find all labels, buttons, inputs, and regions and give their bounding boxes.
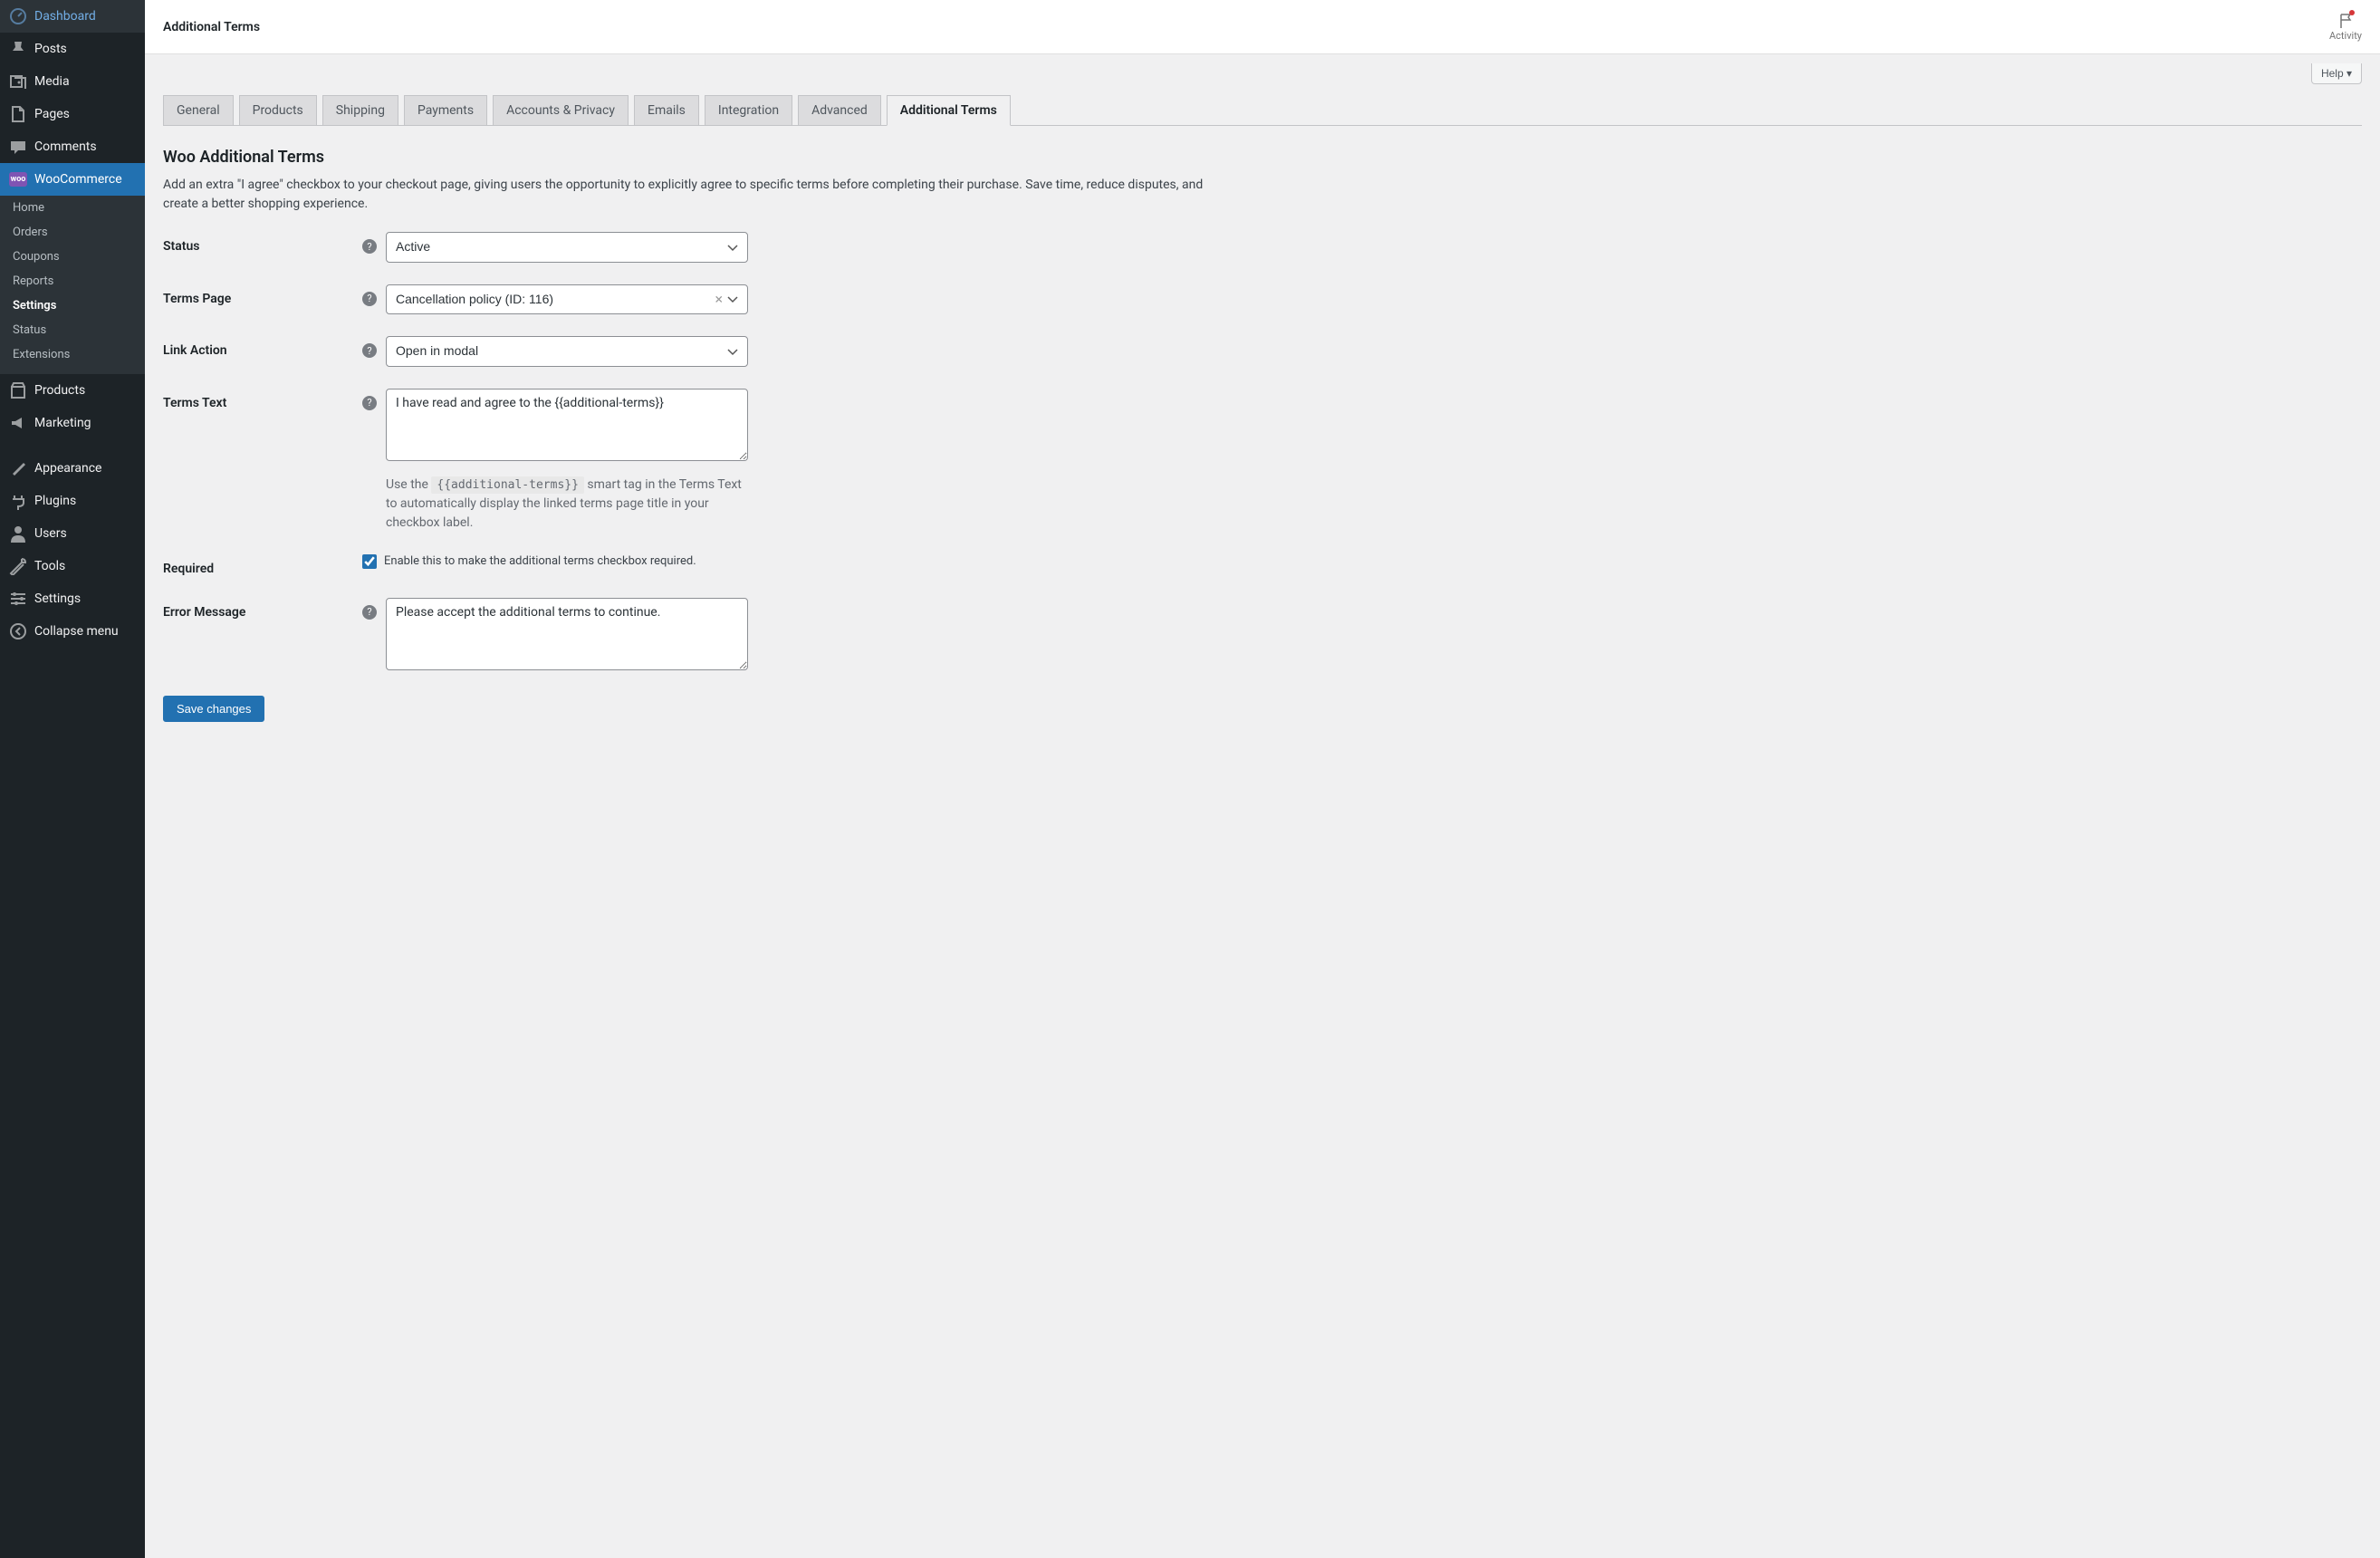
sidebar-label: Settings [34, 591, 81, 606]
sidebar-subitem-orders[interactable]: Orders [0, 220, 145, 245]
save-button[interactable]: Save changes [163, 696, 264, 722]
sidebar-label: Media [34, 74, 70, 89]
required-label: Required [163, 554, 362, 576]
sidebar-item-pages[interactable]: Pages [0, 98, 145, 130]
pin-icon [9, 40, 27, 58]
tab-products[interactable]: Products [239, 95, 317, 125]
sidebar-label: Collapse menu [34, 624, 119, 639]
sidebar-label: Appearance [34, 461, 101, 476]
smart-tag-code: {{additional-terms}} [431, 476, 584, 494]
status-select[interactable]: Active [386, 232, 748, 263]
plug-icon [9, 492, 27, 510]
sidebar-label: Comments [34, 139, 97, 154]
help-tip-icon[interactable]: ? [362, 239, 377, 254]
sidebar-subitem-extensions[interactable]: Extensions [0, 342, 145, 367]
sidebar-item-products[interactable]: Products [0, 374, 145, 407]
section-title: Woo Additional Terms [163, 148, 2362, 167]
terms-text-help: Use the {{additional-terms}} smart tag i… [386, 476, 748, 533]
sidebar-subitem-coupons[interactable]: Coupons [0, 245, 145, 269]
link-action-select[interactable]: Open in modal [386, 336, 748, 367]
sidebar-item-posts[interactable]: Posts [0, 33, 145, 65]
section-description: Add an extra "I agree" checkbox to your … [163, 176, 1214, 214]
terms-page-label: Terms Page [163, 284, 362, 306]
sidebar-subitem-settings[interactable]: Settings [0, 293, 145, 318]
tab-shipping[interactable]: Shipping [322, 95, 398, 125]
topbar: Additional Terms Activity [145, 0, 2380, 54]
sidebar-subitem-status[interactable]: Status [0, 318, 145, 342]
sidebar-label: WooCommerce [34, 172, 122, 187]
tab-accounts-privacy[interactable]: Accounts & Privacy [493, 95, 629, 125]
megaphone-icon [9, 414, 27, 432]
sidebar-item-settings[interactable]: Settings [0, 582, 145, 615]
tab-general[interactable]: General [163, 95, 234, 125]
tab-emails[interactable]: Emails [634, 95, 699, 125]
activity-button[interactable]: Activity [2329, 12, 2362, 42]
clear-icon[interactable]: × [715, 291, 723, 308]
sidebar-label: Dashboard [34, 9, 96, 24]
status-label: Status [163, 232, 362, 254]
wrench-icon [9, 557, 27, 575]
sidebar-label: Posts [34, 42, 67, 56]
sidebar-subitem-home[interactable]: Home [0, 196, 145, 220]
required-checkbox[interactable] [362, 554, 377, 569]
sidebar-item-media[interactable]: Media [0, 65, 145, 98]
sidebar-item-comments[interactable]: Comments [0, 130, 145, 163]
woo-submenu: Home Orders Coupons Reports Settings Sta… [0, 196, 145, 374]
page-icon [9, 105, 27, 123]
tab-payments[interactable]: Payments [404, 95, 487, 125]
sidebar-item-tools[interactable]: Tools [0, 550, 145, 582]
sidebar-label: Products [34, 383, 85, 398]
error-message-input[interactable] [386, 598, 748, 670]
settings-tabs: General Products Shipping Payments Accou… [163, 95, 2362, 126]
sidebar-item-dashboard[interactable]: Dashboard [0, 0, 145, 33]
sidebar-label: Marketing [34, 416, 91, 430]
comment-icon [9, 138, 27, 156]
main-content: Additional Terms Activity Help ▾ General… [145, 0, 2380, 1558]
sidebar-item-users[interactable]: Users [0, 517, 145, 550]
sidebar-label: Tools [34, 559, 65, 573]
brush-icon [9, 459, 27, 477]
terms-text-label: Terms Text [163, 389, 362, 410]
help-button[interactable]: Help ▾ [2311, 63, 2362, 84]
collapse-icon [9, 622, 27, 640]
help-tip-icon[interactable]: ? [362, 605, 377, 620]
user-icon [9, 524, 27, 543]
sidebar-item-appearance[interactable]: Appearance [0, 452, 145, 485]
dashboard-icon [9, 7, 27, 25]
notification-dot-icon [2349, 10, 2355, 15]
caret-down-icon: ▾ [2346, 67, 2352, 80]
tab-additional-terms[interactable]: Additional Terms [887, 95, 1011, 126]
sidebar-label: Plugins [34, 494, 76, 508]
sidebar-label: Users [34, 526, 67, 541]
help-tip-icon[interactable]: ? [362, 343, 377, 358]
error-message-label: Error Message [163, 598, 362, 620]
activity-label: Activity [2329, 30, 2362, 42]
products-icon [9, 381, 27, 399]
sidebar-label: Pages [34, 107, 70, 121]
page-title: Additional Terms [163, 20, 260, 34]
help-tip-icon[interactable]: ? [362, 396, 377, 410]
sidebar-item-woocommerce[interactable]: woo WooCommerce [0, 163, 145, 196]
terms-text-input[interactable] [386, 389, 748, 461]
sidebar-item-plugins[interactable]: Plugins [0, 485, 145, 517]
tab-integration[interactable]: Integration [705, 95, 792, 125]
sidebar-item-marketing[interactable]: Marketing [0, 407, 145, 439]
admin-sidebar: Dashboard Posts Media Pages Comments woo… [0, 0, 145, 1558]
media-icon [9, 72, 27, 91]
help-label: Help [2321, 67, 2344, 80]
tab-advanced[interactable]: Advanced [798, 95, 881, 125]
sliders-icon [9, 590, 27, 608]
link-action-label: Link Action [163, 336, 362, 358]
sidebar-subitem-reports[interactable]: Reports [0, 269, 145, 293]
required-checkbox-label: Enable this to make the additional terms… [384, 554, 696, 568]
sidebar-item-collapse[interactable]: Collapse menu [0, 615, 145, 648]
terms-page-select[interactable]: Cancellation policy (ID: 116) [386, 284, 748, 315]
woo-icon: woo [9, 170, 27, 188]
help-tip-icon[interactable]: ? [362, 292, 377, 306]
